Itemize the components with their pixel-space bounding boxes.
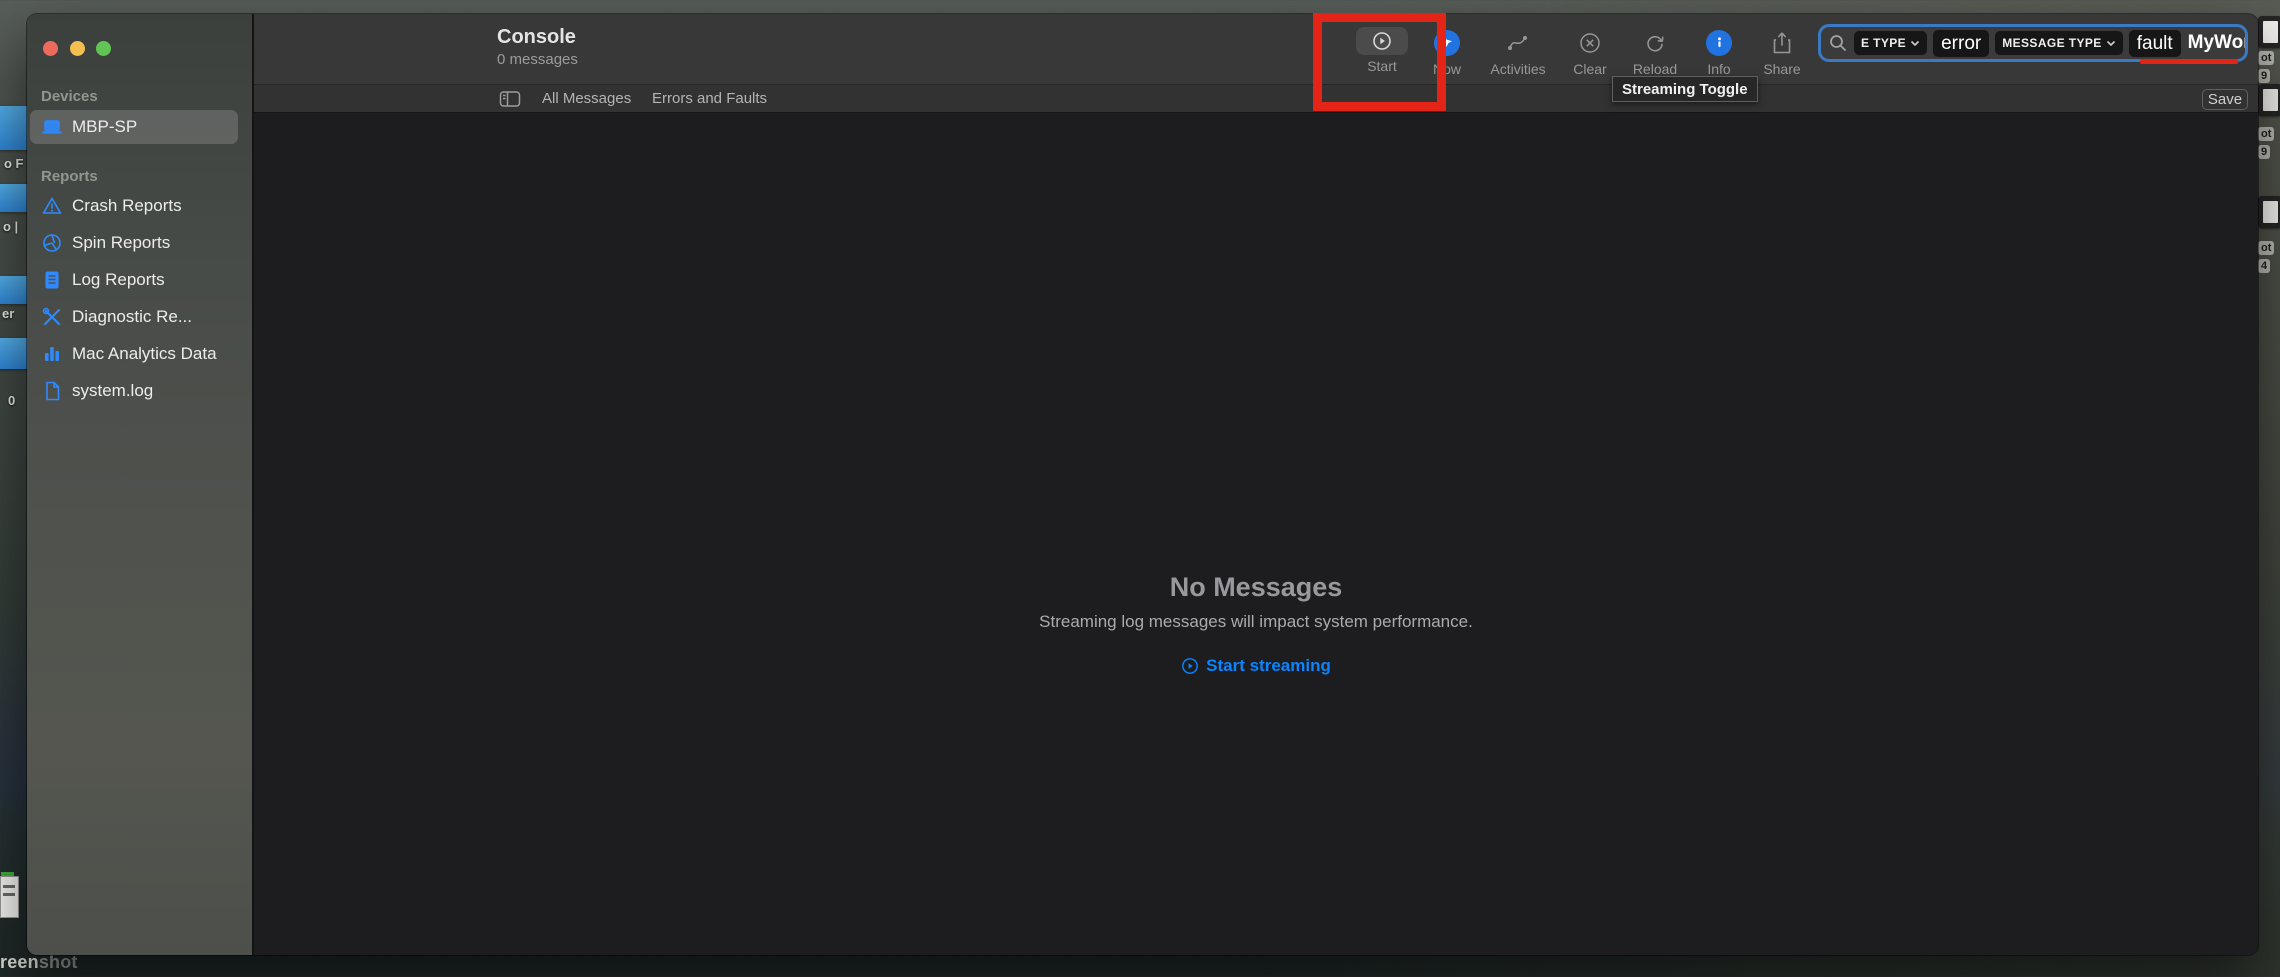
desktop-icon-label: o |: [3, 219, 18, 234]
chevron-down-icon: [1910, 40, 1920, 47]
desktop-file-icon[interactable]: ot 4: [2258, 196, 2280, 274]
sidebar-item-label: Diagnostic Re...: [72, 307, 192, 327]
tab-all-messages[interactable]: All Messages: [542, 85, 631, 113]
streaming-toggle-tooltip: Streaming Toggle: [1612, 76, 1758, 102]
reload-icon: [1643, 31, 1667, 55]
annotation-red-box: [1313, 13, 1446, 111]
aperture-icon: [41, 232, 63, 254]
label-part: shot: [39, 952, 78, 972]
info-circle-icon: [1706, 30, 1732, 56]
file-label: 9: [2258, 69, 2270, 83]
sidebar-section-reports: Reports: [41, 168, 98, 185]
play-circle-icon: [1181, 657, 1199, 675]
sidebar-item-label: Crash Reports: [72, 196, 182, 216]
desktop-icon-label: 0: [8, 393, 15, 408]
search-filter-token[interactable]: MESSAGE TYPE: [1995, 31, 2123, 55]
sidebar-item-mac-analytics[interactable]: Mac Analytics Data: [30, 337, 238, 371]
share-icon: [1770, 30, 1794, 56]
sidebar-item-label: Spin Reports: [72, 233, 170, 253]
tab-errors-and-faults[interactable]: Errors and Faults: [652, 85, 767, 113]
message-list-area: No Messages Streaming log messages will …: [254, 114, 2258, 955]
sidebar-item-mbp-sp[interactable]: MBP-SP: [30, 110, 238, 144]
sidebar-section-devices: Devices: [41, 88, 98, 105]
desktop-icon-label: o F: [4, 156, 24, 171]
search-value-token[interactable]: fault: [2129, 30, 2181, 57]
clear-circle-x-icon: [1578, 31, 1602, 55]
close-window-button[interactable]: [43, 41, 58, 56]
empty-state-subtitle: Streaming log messages will impact syste…: [254, 612, 2258, 632]
toolbar-button-label: Share: [1734, 61, 1830, 77]
toolbar: Console 0 messages Start Now: [254, 14, 2258, 85]
thumb-line: [3, 885, 15, 888]
sidebar-item-label: Mac Analytics Data: [72, 344, 217, 364]
bar-chart-icon: [41, 343, 63, 365]
sidebar-item-label: Log Reports: [72, 270, 165, 290]
annotation-red-underline: [2140, 59, 2238, 64]
file-icon: [41, 380, 63, 402]
sidebar-item-label: system.log: [72, 381, 153, 401]
start-streaming-label: Start streaming: [1206, 656, 1331, 676]
share-toolbar-button[interactable]: Share: [1734, 27, 1830, 77]
desktop-icon-label: er: [2, 306, 14, 321]
main-panel: Console 0 messages Start Now: [254, 14, 2258, 955]
empty-state: No Messages Streaming log messages will …: [254, 572, 2258, 680]
screenshot-thumbnail-icon: [2258, 16, 2280, 48]
search-icon: [1828, 33, 1848, 53]
empty-state-title: No Messages: [254, 572, 2258, 603]
file-label: ot: [2258, 127, 2274, 141]
token-label: E TYPE: [1861, 36, 1906, 50]
chevron-down-icon: [2106, 40, 2116, 47]
filter-bar: All Messages Errors and Faults Save: [254, 85, 2258, 113]
file-label: 9: [2258, 145, 2270, 159]
console-window: Devices MBP-SP Reports Crash Reports Spi…: [27, 14, 2258, 955]
label-part: reen: [0, 952, 39, 972]
thumb-line: [3, 893, 15, 896]
search-input-text[interactable]: MyWorkDrive: [2188, 32, 2248, 54]
sidebar-item-crash-reports[interactable]: Crash Reports: [30, 189, 238, 223]
screenshot-thumbnail-icon: [2258, 196, 2280, 228]
desktop: { "colors": { "accent": "#0a84ff", "anno…: [0, 0, 2280, 977]
warning-triangle-icon: [41, 195, 63, 217]
page-title: Console: [497, 26, 576, 49]
message-count: 0 messages: [497, 51, 578, 68]
sidebar-item-diagnostic-reports[interactable]: Diagnostic Re...: [30, 300, 238, 334]
sidebar-toggle-button[interactable]: [498, 89, 522, 109]
log-document-icon: [41, 269, 63, 291]
search-value-token[interactable]: error: [1933, 30, 1989, 57]
file-label: ot: [2258, 241, 2274, 255]
desktop-file-name: reenshot: [0, 952, 78, 973]
background-window-thumbnail[interactable]: [0, 876, 19, 918]
search-filter-token[interactable]: E TYPE: [1854, 31, 1927, 55]
save-search-button[interactable]: Save: [2202, 89, 2248, 110]
start-streaming-link[interactable]: Start streaming: [1181, 656, 1331, 676]
file-label: 4: [2258, 259, 2270, 273]
zoom-window-button[interactable]: [96, 41, 111, 56]
screenshot-thumbnail-icon: [2258, 84, 2280, 116]
green-strip: [1, 872, 14, 876]
tools-icon: [41, 306, 63, 328]
sidebar-item-log-reports[interactable]: Log Reports: [30, 263, 238, 297]
sidebar-item-label: MBP-SP: [72, 117, 137, 137]
desktop-file-icon[interactable]: ot 9: [2258, 84, 2280, 160]
activities-curve-icon: [1506, 31, 1530, 55]
desktop-file-icon[interactable]: ot 9: [2258, 16, 2280, 84]
search-field[interactable]: E TYPE error MESSAGE TYPE fault MyWorkDr…: [1818, 24, 2248, 62]
minimize-window-button[interactable]: [70, 41, 85, 56]
token-label: MESSAGE TYPE: [2002, 36, 2102, 50]
file-label: ot: [2258, 51, 2274, 65]
sidebar-toggle-icon: [498, 89, 522, 109]
sidebar-item-system-log[interactable]: system.log: [30, 374, 238, 408]
sidebar-item-spin-reports[interactable]: Spin Reports: [30, 226, 238, 260]
sidebar: Devices MBP-SP Reports Crash Reports Spi…: [27, 14, 252, 955]
laptop-icon: [41, 116, 63, 138]
